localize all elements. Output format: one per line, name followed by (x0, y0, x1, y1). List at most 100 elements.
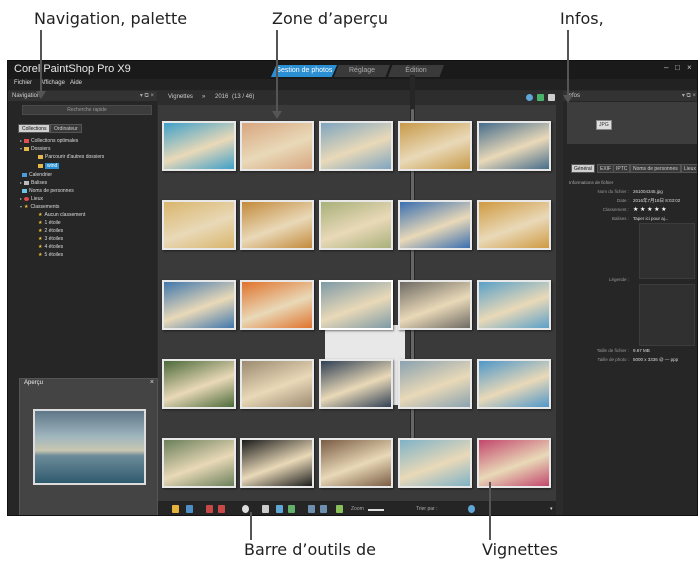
maximize-icon[interactable]: □ (675, 63, 680, 72)
expand-icon[interactable]: ▸ (20, 196, 22, 201)
thumbnail[interactable] (319, 359, 393, 409)
tree-2-stars[interactable]: ★ 2 étoiles (38, 228, 63, 234)
thumbnail[interactable] (162, 280, 236, 330)
thumbnail[interactable] (319, 200, 393, 250)
tree-collections[interactable]: ▸ Collections optimales (20, 138, 78, 144)
redo-icon[interactable] (320, 505, 327, 513)
rotate-left-icon[interactable] (206, 505, 213, 513)
menu-view[interactable]: Affichage (40, 80, 65, 86)
thumbnail[interactable] (240, 359, 314, 409)
thumbnail[interactable] (162, 438, 236, 488)
tree-folder-wind[interactable]: wind (38, 163, 60, 169)
rating-stars[interactable]: ★ ★ ★ ★ ★ (633, 206, 667, 213)
chevron-down-icon[interactable]: ▾ (550, 506, 553, 512)
tab-collections[interactable]: Collections (18, 124, 51, 133)
zoom-slider[interactable] (368, 509, 384, 511)
thumbnail[interactable] (398, 280, 472, 330)
menu-file[interactable]: Fichier (14, 80, 32, 86)
tab-adjust[interactable]: Réglage (334, 65, 390, 77)
thumbnail[interactable] (398, 438, 472, 488)
arrow-info (563, 95, 573, 103)
email-icon[interactable] (288, 505, 295, 513)
tree-tags[interactable]: ▸ Balises (20, 180, 47, 186)
search-input[interactable]: Recherche rapide (22, 105, 152, 115)
tag-icon (24, 180, 30, 185)
settings-icon[interactable] (468, 505, 475, 513)
tree-browse-folders[interactable]: Parcourir d'autres dossiers (38, 154, 104, 160)
tree-calendar[interactable]: Calendrier (20, 172, 52, 178)
thumbnail[interactable] (398, 121, 472, 171)
tree-label: Balises (31, 180, 48, 186)
tree-folders[interactable]: ▾ Dossiers (20, 146, 50, 152)
person-icon[interactable] (242, 505, 249, 513)
thumbnail[interactable] (240, 121, 314, 171)
tab-places[interactable]: Lieux (681, 164, 697, 173)
thumbnail[interactable] (162, 200, 236, 250)
thumbnail[interactable] (398, 200, 472, 250)
palette-controls[interactable]: ▾ ⧉ × (682, 91, 696, 101)
tab-manage[interactable]: Gestion de photos (271, 65, 337, 77)
tree-places[interactable]: ▸ Lieux (20, 196, 43, 202)
thumbnail-view-icon[interactable] (186, 505, 193, 513)
field-label: Balises : (611, 216, 629, 221)
thumbnail[interactable] (162, 359, 236, 409)
preview-title: Aperçu (24, 380, 44, 386)
close-icon[interactable]: × (687, 63, 692, 72)
thumbnail[interactable] (477, 280, 551, 330)
tree-3-stars[interactable]: ★ 3 étoiles (38, 236, 63, 242)
print-icon[interactable] (262, 505, 269, 513)
tree-ratings[interactable]: ▾ ★ Classements (20, 204, 59, 210)
thumbnail[interactable] (477, 438, 551, 488)
expand-icon[interactable]: ▾ (20, 146, 22, 151)
tags-input[interactable]: Taper ici pour aj... (633, 216, 669, 221)
thumbnail[interactable] (319, 438, 393, 488)
tab-edit[interactable]: Édition (388, 65, 444, 77)
thumbnail[interactable] (319, 280, 393, 330)
tree-label: Noms de personnes (29, 188, 74, 194)
callout-preview-zone: Zone d’aperçu (272, 9, 389, 28)
close-icon[interactable]: × (150, 379, 154, 386)
menu-help[interactable]: Aide (70, 80, 82, 86)
globe-icon[interactable] (526, 94, 533, 101)
select-icon[interactable] (172, 505, 179, 513)
tree-no-rating[interactable]: ★ Aucun classement (38, 212, 85, 218)
tree-label: Classements (30, 204, 60, 210)
map-icon[interactable] (537, 94, 544, 101)
thumbnail[interactable] (477, 200, 551, 250)
grid-view-icon[interactable] (548, 94, 555, 101)
clear-icon[interactable] (336, 505, 343, 513)
caption-field[interactable] (639, 284, 695, 346)
sort-label[interactable]: Trier par : (416, 506, 437, 512)
share-icon[interactable] (276, 505, 283, 513)
tree-label: 3 étoiles (44, 236, 64, 242)
thumbnail[interactable] (240, 200, 314, 250)
tab-general[interactable]: Général (571, 164, 595, 173)
star-icon: ★ (38, 236, 43, 242)
expand-icon[interactable]: ▸ (20, 138, 22, 143)
thumbnail[interactable] (477, 359, 551, 409)
minimize-icon[interactable]: – (664, 63, 668, 72)
tab-people[interactable]: Noms de personnes (630, 164, 681, 173)
tree-1-star[interactable]: ★ 1 étoile (38, 220, 61, 226)
thumbnail[interactable] (319, 121, 393, 171)
expand-icon[interactable]: ▸ (20, 180, 22, 185)
thumbnail[interactable] (162, 121, 236, 171)
location-pin-icon (24, 196, 30, 201)
breadcrumb-folder[interactable]: 2016 (215, 94, 228, 100)
thumbnail[interactable] (477, 121, 551, 171)
palette-controls[interactable]: ▾ ⧉ × (140, 91, 154, 101)
field-label: Taille de fichier : (596, 348, 629, 353)
thumbnail[interactable] (398, 359, 472, 409)
file-type-badge: JPG (596, 120, 612, 130)
tree-people[interactable]: Noms de personnes (20, 188, 74, 194)
tree-4-stars[interactable]: ★ 4 étoiles (38, 244, 63, 250)
undo-icon[interactable] (308, 505, 315, 513)
tab-computer[interactable]: Ordinateur (50, 124, 82, 133)
tree-5-stars[interactable]: ★ 5 étoiles (38, 252, 63, 258)
thumbnail[interactable] (240, 280, 314, 330)
thumbnail[interactable] (240, 438, 314, 488)
tab-exif[interactable]: EXIF (597, 164, 615, 173)
rotate-right-icon[interactable] (218, 505, 225, 513)
expand-icon[interactable]: ▾ (20, 204, 22, 209)
tab-iptc[interactable]: IPTC (613, 164, 631, 173)
